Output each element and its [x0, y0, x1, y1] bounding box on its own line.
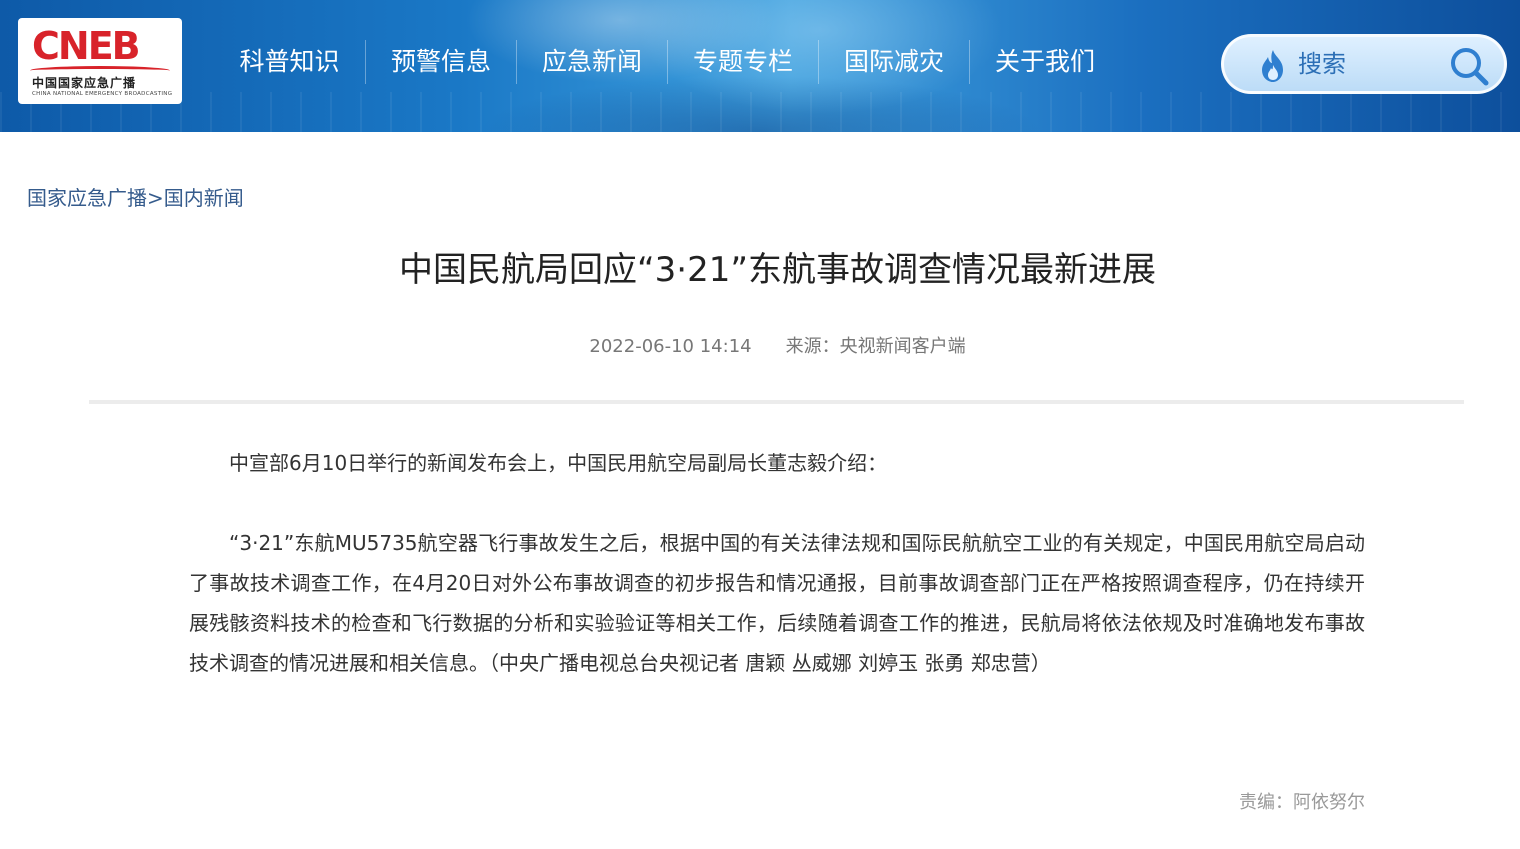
nav-item-science[interactable]: 科普知识 — [214, 40, 365, 84]
site-header: CNEB 中国国家应急广播 CHINA NATIONAL EMERGENCY B… — [0, 0, 1520, 132]
article-meta: 2022-06-10 14:14 来源：央视新闻客户端 — [0, 332, 1520, 358]
main-nav: 科普知识 预警信息 应急新闻 专题专栏 国际减灾 关于我们 — [214, 40, 1120, 84]
nav-item-emergency-news[interactable]: 应急新闻 — [516, 40, 667, 84]
article-editor: 责编：阿依努尔 — [1239, 792, 1365, 813]
article-title: 中国民航局回应“3·21”东航事故调查情况最新进展 — [399, 250, 1156, 290]
article-paragraph: “3·21”东航MU5735航空器飞行事故发生之后，根据中国的有关法律法规和国际… — [189, 531, 1365, 675]
breadcrumb-home[interactable]: 国家应急广播 — [27, 186, 147, 210]
site-logo[interactable]: CNEB 中国国家应急广播 CHINA NATIONAL EMERGENCY B… — [18, 18, 182, 104]
article-date: 2022-06-10 14:14 — [589, 336, 752, 357]
logo-mark: CNEB — [32, 24, 141, 68]
article-source: 来源：央视新闻客户端 — [785, 336, 966, 357]
breadcrumb: 国家应急广播>国内新闻 — [27, 182, 244, 211]
nav-item-special-topics[interactable]: 专题专栏 — [667, 40, 818, 84]
flame-icon — [1262, 50, 1283, 82]
search-icon[interactable] — [1448, 45, 1490, 87]
nav-item-warnings[interactable]: 预警信息 — [365, 40, 516, 84]
search-box — [1221, 34, 1507, 94]
divider — [89, 400, 1464, 404]
breadcrumb-current[interactable]: 国内新闻 — [164, 186, 244, 210]
logo-name-en: CHINA NATIONAL EMERGENCY BROADCASTING — [32, 91, 173, 97]
article-body: 中宣部6月10日举行的新闻发布会上，中国民用航空局副局长董志毅介绍： “3·21… — [189, 443, 1365, 683]
nav-item-international[interactable]: 国际减灾 — [818, 40, 969, 84]
breadcrumb-separator: > — [147, 186, 164, 210]
logo-name-cn: 中国国家应急广播 — [32, 76, 137, 90]
search-input[interactable] — [1298, 47, 1438, 81]
article-paragraph: 中宣部6月10日举行的新闻发布会上，中国民用航空局副局长董志毅介绍： — [229, 451, 888, 475]
nav-item-about[interactable]: 关于我们 — [969, 40, 1120, 84]
